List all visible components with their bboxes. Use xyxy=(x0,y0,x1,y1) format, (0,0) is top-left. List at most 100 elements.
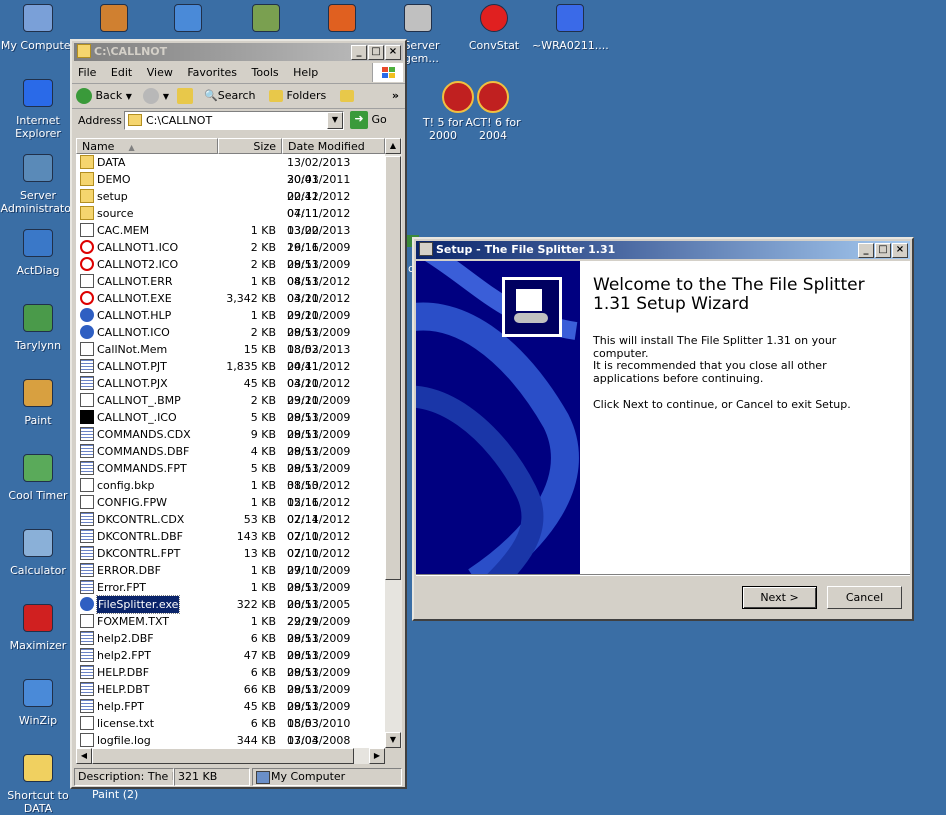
scroll-thumb[interactable] xyxy=(385,156,401,580)
next-button[interactable]: Next > xyxy=(742,586,817,609)
file-row[interactable]: CALLNOT_.BMP 2 KB 29/11/2009 08:53 xyxy=(76,392,385,424)
desktop-icon-network[interactable]: Tarylynn xyxy=(0,302,76,352)
desktop-icon-toolbox[interactable]: ActDiag xyxy=(0,227,76,277)
file-row[interactable]: source 04/11/2012 03:20 xyxy=(76,205,385,237)
file-row[interactable]: help.FPT 45 KB 29/11/2009 08:53 xyxy=(76,698,385,730)
desktop-icon-top-5[interactable]: ConvStat xyxy=(456,2,532,52)
maximize-button[interactable]: □ xyxy=(875,243,891,258)
file-row[interactable]: DKCONTRL.FPT 13 KB 02/11/2012 07:10 xyxy=(76,545,385,577)
file-size: 1 KB xyxy=(250,309,276,322)
file-row[interactable]: FileSplitter.exe 322 KB 20/11/2005 22:29 xyxy=(76,595,385,628)
hscroll-thumb[interactable] xyxy=(92,748,354,764)
desktop-icon-top-1[interactable] xyxy=(150,2,226,39)
scroll-left-button[interactable]: ◀ xyxy=(76,748,92,764)
scroll-down-button[interactable]: ▼ xyxy=(385,732,401,748)
search-button[interactable]: 🔍Search xyxy=(204,89,256,102)
status-location-label: My Computer xyxy=(271,770,346,783)
server-manager-icon xyxy=(402,4,434,36)
desktop-icon-label-paint2[interactable]: Paint (2) xyxy=(92,788,138,801)
scroll-up-button[interactable]: ▲ xyxy=(385,138,401,154)
desktop-icon-calculator[interactable]: Calculator xyxy=(0,527,76,577)
menu-tools[interactable]: Tools xyxy=(252,66,279,79)
address-input[interactable]: C:\CALLNOT ▼ xyxy=(124,111,344,130)
desktop-icon-timer[interactable]: Cool Timer xyxy=(0,452,76,502)
file-row[interactable]: DEMO 30/03/2011 20:42 xyxy=(76,171,385,203)
menu-view[interactable]: View xyxy=(147,66,173,79)
desktop-icon-top-3[interactable] xyxy=(304,2,380,39)
desktop-icon-top-0[interactable] xyxy=(76,2,152,39)
move-to-button[interactable] xyxy=(339,89,354,102)
file-row[interactable]: config.bkp 1 KB 31/10/2012 15:16 xyxy=(76,477,385,509)
file-row[interactable]: CallNot.Mem 15 KB 13/02/2013 20:41 xyxy=(76,341,385,373)
column-header-date[interactable]: Date Modified xyxy=(282,138,385,154)
file-row[interactable]: license.txt 6 KB 15/03/2010 03:03 xyxy=(76,715,385,747)
file-row[interactable]: setup 02/11/2012 07:11 xyxy=(76,188,385,220)
column-header-name[interactable]: Name ▲ xyxy=(76,138,218,154)
file-size: 1 KB xyxy=(250,224,276,237)
file-row[interactable]: help2.DBF 6 KB 29/11/2009 08:53 xyxy=(76,630,385,662)
menu-favorites[interactable]: Favorites xyxy=(187,66,237,79)
menu-file[interactable]: File xyxy=(78,66,96,79)
minimize-button[interactable]: _ xyxy=(351,45,367,60)
menu-help[interactable]: Help xyxy=(293,66,318,79)
file-row[interactable]: logfile.log 344 KB 17/04/2008 03:18 xyxy=(76,732,385,748)
file-row[interactable]: COMMANDS.FPT 5 KB 29/11/2009 08:53 xyxy=(76,460,385,492)
file-row[interactable]: COMMANDS.CDX 9 KB 29/11/2009 08:53 xyxy=(76,426,385,458)
cancel-button[interactable]: Cancel xyxy=(827,586,902,609)
go-arrow-icon: ➜ xyxy=(350,111,368,129)
menu-edit[interactable]: Edit xyxy=(111,66,132,79)
file-row[interactable]: CALLNOT.PJT 1,835 KB 04/11/2012 03:20 xyxy=(76,358,385,390)
file-row[interactable]: CALLNOT2.ICO 2 KB 29/11/2009 08:53 xyxy=(76,256,385,288)
desktop-icon-server-admin[interactable]: Server Administrator xyxy=(0,152,76,215)
scroll-right-button[interactable]: ▶ xyxy=(369,748,385,764)
target-icon xyxy=(478,4,510,36)
up-folder-button[interactable] xyxy=(176,88,193,104)
minimize-button[interactable]: _ xyxy=(858,243,874,258)
address-dropdown-button[interactable]: ▼ xyxy=(327,112,343,129)
file-row[interactable]: CALLNOT1.ICO 2 KB 29/11/2009 08:53 xyxy=(76,239,385,271)
chevron-down-icon[interactable]: ▼ xyxy=(126,92,132,101)
toolbar-overflow-chevron[interactable]: » xyxy=(392,84,399,108)
file-row[interactable]: CALLNOT.HLP 1 KB 29/11/2009 08:53 xyxy=(76,307,385,339)
maximize-button[interactable]: □ xyxy=(368,45,384,60)
file-row[interactable]: DATA 13/02/2013 20:41 xyxy=(76,154,385,186)
file-row[interactable]: HELP.DBF 6 KB 29/11/2009 08:53 xyxy=(76,664,385,696)
file-row[interactable]: CALLNOT.PJX 45 KB 04/11/2012 03:20 xyxy=(76,375,385,407)
file-row[interactable]: Error.FPT 1 KB 29/11/2009 08:53 xyxy=(76,579,385,611)
desktop-icon-paint[interactable]: Paint xyxy=(0,377,76,427)
setup-titlebar[interactable]: Setup - The File Splitter 1.31 _ □ × xyxy=(416,241,910,259)
desktop-icon-maximizer[interactable]: Maximizer xyxy=(0,602,76,652)
file-row[interactable]: CALLNOT.EXE 3,342 KB 04/11/2012 03:20 xyxy=(76,290,385,322)
desktop-icon-winzip[interactable]: WinZip xyxy=(0,677,76,727)
close-button[interactable]: × xyxy=(892,243,908,258)
desktop-icon-ie[interactable]: Internet Explorer xyxy=(0,77,76,140)
file-row[interactable]: DKCONTRL.CDX 53 KB 02/11/2012 07:10 xyxy=(76,511,385,543)
file-row[interactable]: CAC.MEM 1 KB 13/02/2013 16:16 xyxy=(76,222,385,254)
file-row[interactable]: HELP.DBT 66 KB 29/11/2009 08:53 xyxy=(76,681,385,713)
column-header-size[interactable]: Size xyxy=(218,138,282,154)
file-row[interactable]: DKCONTRL.DBF 143 KB 02/11/2012 07:10 xyxy=(76,528,385,560)
file-row[interactable]: CALLNOT.ERR 1 KB 04/11/2012 03:20 xyxy=(76,273,385,305)
desktop-icon-folder-shortcut[interactable]: Shortcut to DATA xyxy=(0,752,76,815)
file-icon xyxy=(80,597,94,611)
desktop-icon-computer[interactable]: My Computer xyxy=(0,2,76,52)
desktop-icon-top-6[interactable]: ~WRA0211.... xyxy=(532,2,609,52)
go-button[interactable]: ➜ Go xyxy=(350,111,387,129)
file-row[interactable]: COMMANDS.DBF 4 KB 29/11/2009 08:53 xyxy=(76,443,385,475)
desktop-icon-act6[interactable]: ACT! 6 for 2004 xyxy=(455,81,531,142)
folders-button[interactable]: Folders xyxy=(269,89,326,102)
file-row[interactable]: ERROR.DBF 1 KB 29/11/2009 08:53 xyxy=(76,562,385,594)
file-row[interactable]: CALLNOT.ICO 2 KB 29/11/2009 08:53 xyxy=(76,324,385,356)
file-row[interactable]: CALLNOT_.ICO 5 KB 29/11/2009 08:53 xyxy=(76,409,385,441)
back-button[interactable]: Back ▼ xyxy=(76,88,132,104)
forward-button[interactable]: ▼ xyxy=(143,88,169,104)
horizontal-scrollbar[interactable]: ◀ ▶ xyxy=(76,748,385,764)
file-row[interactable]: CONFIG.FPW 1 KB 02/11/2012 07:14 xyxy=(76,494,385,526)
vertical-scrollbar[interactable]: ▲ ▼ xyxy=(385,138,402,748)
explorer-titlebar[interactable]: C:\CALLNOT _ □ × xyxy=(74,43,403,61)
file-row[interactable]: help2.FPT 47 KB 29/11/2009 08:53 xyxy=(76,647,385,679)
chevron-down-icon[interactable]: ▼ xyxy=(163,92,169,101)
close-button[interactable]: × xyxy=(385,45,401,60)
desktop-icon-top-2[interactable] xyxy=(228,2,304,39)
file-row[interactable]: FOXMEM.TXT 1 KB 29/11/2009 08:53 xyxy=(76,613,385,645)
